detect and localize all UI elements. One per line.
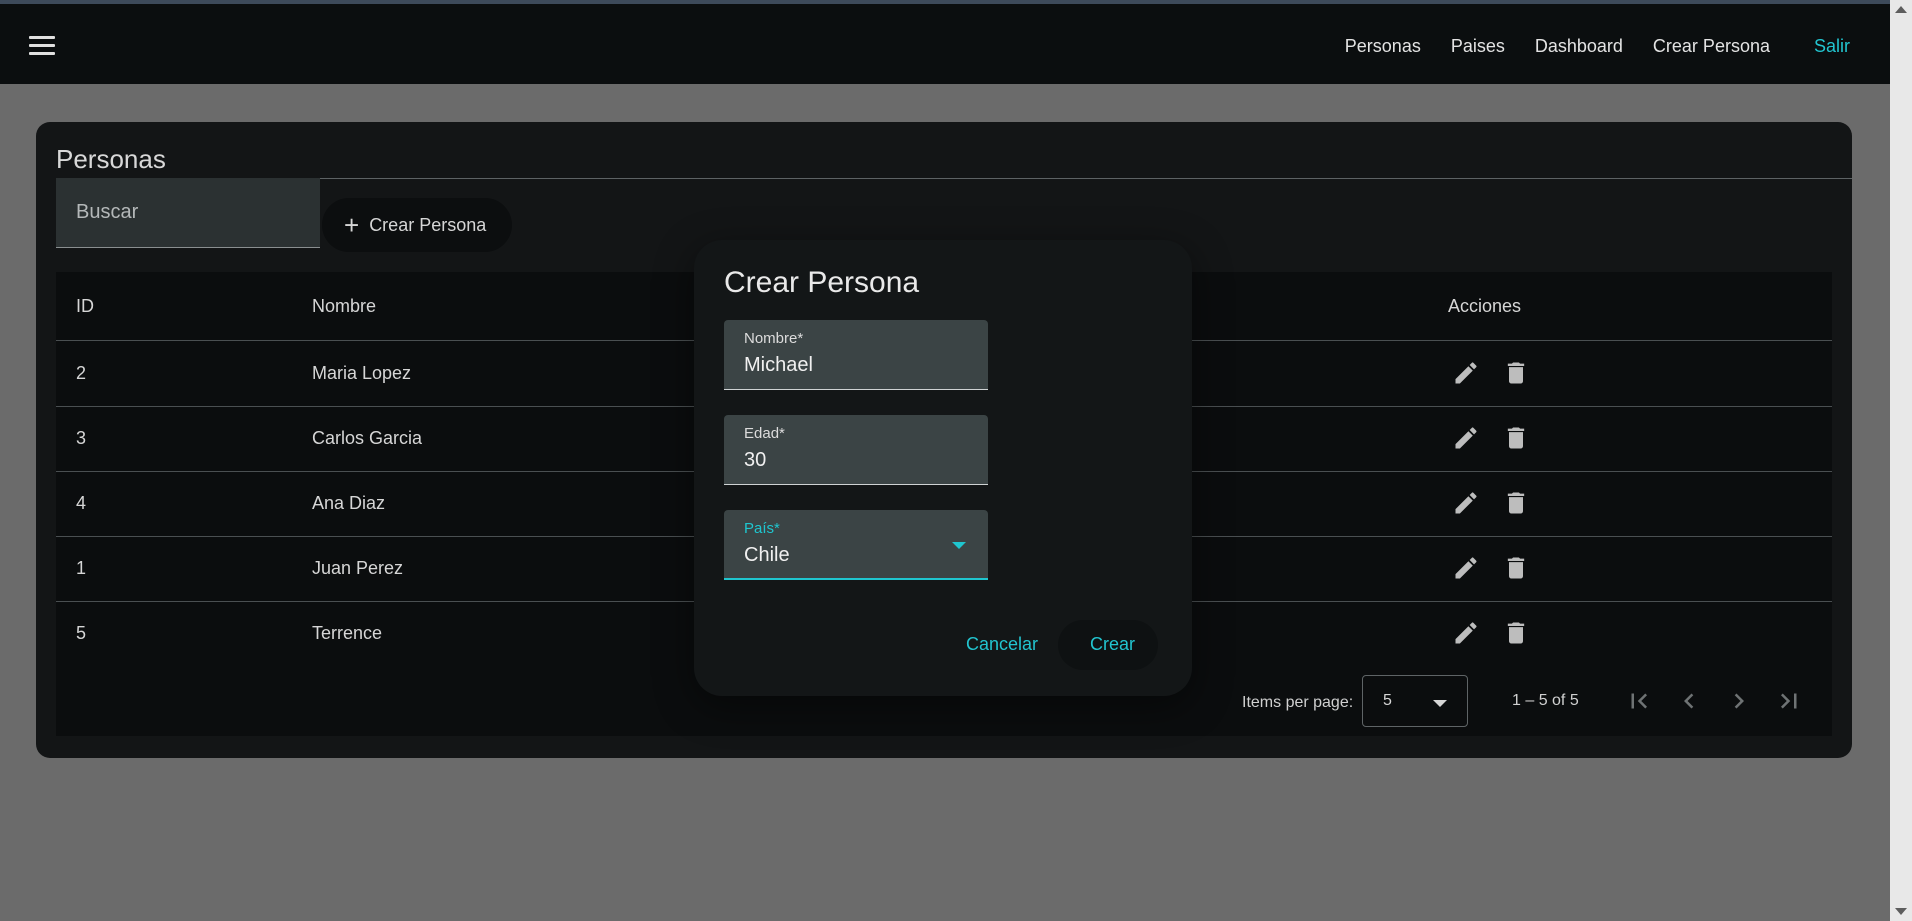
dropdown-arrow-icon [1433,700,1447,707]
cell-nombre: Juan Perez [312,558,404,578]
edit-icon[interactable] [1452,554,1480,582]
scroll-up-icon[interactable] [1895,6,1907,13]
edit-icon[interactable] [1452,359,1480,387]
plus-icon: + [344,210,360,240]
nav-link-paises[interactable]: Paises [1451,36,1505,57]
cell-nombre: Terrence [312,623,383,643]
edit-icon[interactable] [1452,424,1480,452]
cell-id: 2 [76,363,87,383]
scroll-down-icon[interactable] [1895,908,1907,915]
cancel-button[interactable]: Cancelar [966,634,1038,655]
cell-nombre: Ana Diaz [312,493,386,513]
delete-icon[interactable] [1502,359,1530,387]
cell-id: 3 [76,428,87,448]
column-header-acciones: Acciones [1448,296,1522,316]
create-persona-button[interactable]: + Crear Persona [322,198,512,252]
page-title: Personas [56,144,166,174]
column-header-id[interactable]: ID [76,296,94,317]
edad-label: Edad* [744,425,785,442]
items-per-page-value: 5 [1383,692,1392,709]
nav-link-personas[interactable]: Personas [1345,36,1421,57]
edad-value[interactable]: 30 [744,449,766,472]
prev-page-icon[interactable] [1674,686,1704,716]
logout-link[interactable]: Salir [1814,36,1850,57]
nombre-value[interactable]: Michael [744,354,813,377]
title-divider [56,178,1852,179]
delete-icon[interactable] [1502,489,1530,517]
page-range-label: 1 – 5 of 5 [1512,692,1579,709]
search-field[interactable] [56,178,320,248]
items-per-page-label: Items per page: [1242,694,1354,711]
nav-link-dashboard[interactable]: Dashboard [1535,36,1623,57]
edad-field[interactable]: Edad* 30 [724,415,988,485]
pais-value[interactable]: Chile [744,544,790,567]
menu-icon[interactable] [26,32,58,60]
pais-label: País* [744,520,780,537]
pais-select[interactable]: País* Chile [724,510,988,580]
cell-id: 4 [76,493,87,513]
next-page-icon[interactable] [1724,686,1754,716]
top-nav: Personas Paises Dashboard Crear Persona … [1315,4,1890,88]
top-toolbar: Personas Paises Dashboard Crear Persona … [0,0,1890,84]
nombre-label: Nombre* [744,330,804,347]
page-scrollbar[interactable] [1890,0,1912,921]
dialog-title: Crear Persona [724,266,920,299]
cell-nombre: Maria Lopez [312,363,412,383]
search-input[interactable] [74,200,308,225]
edit-icon[interactable] [1452,619,1480,647]
cell-id: 5 [76,623,87,643]
nav-link-crear-persona[interactable]: Crear Persona [1653,36,1770,57]
delete-icon[interactable] [1502,619,1530,647]
first-page-icon[interactable] [1624,686,1654,716]
submit-button[interactable]: Crear [1090,634,1135,655]
dropdown-arrow-icon[interactable] [952,542,966,549]
edit-icon[interactable] [1452,489,1480,517]
delete-icon[interactable] [1502,424,1530,452]
delete-icon[interactable] [1502,554,1530,582]
cell-nombre: Carlos Garcia [312,428,423,448]
items-per-page-select[interactable]: 5 [1362,675,1468,727]
create-persona-label: Crear Persona [369,214,487,235]
last-page-icon[interactable] [1774,686,1804,716]
cell-id: 1 [76,558,87,578]
nombre-field[interactable]: Nombre* Michael [724,320,988,390]
create-persona-dialog: Crear Persona Nombre* Michael Edad* 30 P… [694,240,1192,696]
column-header-nombre[interactable]: Nombre [312,296,376,317]
